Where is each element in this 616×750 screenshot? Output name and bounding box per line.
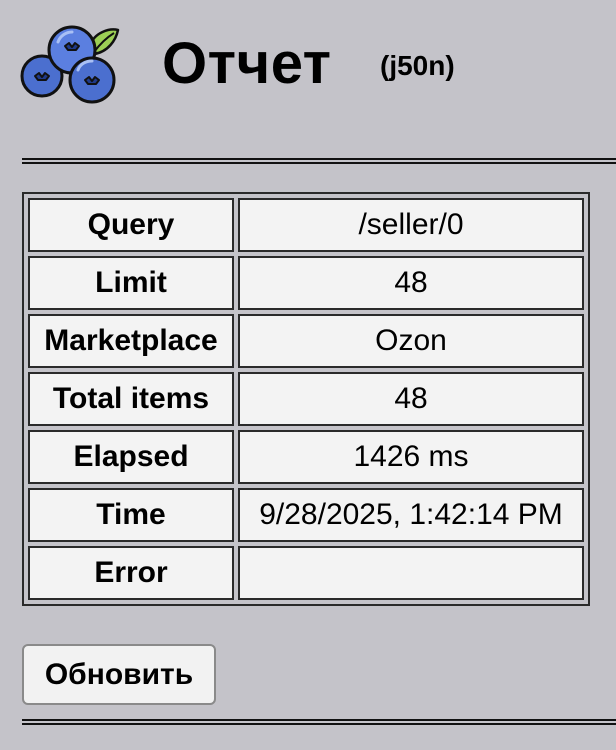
row-key-error: Error xyxy=(28,546,234,600)
page-title: Отчет xyxy=(162,31,332,96)
blueberries-icon xyxy=(20,25,120,104)
row-key-limit: Limit xyxy=(28,256,234,310)
row-key-time: Time xyxy=(28,488,234,542)
table-row: Total items 48 xyxy=(28,372,584,426)
row-value-limit: 48 xyxy=(238,256,584,310)
table-row: Error xyxy=(28,546,584,600)
table-row: Time 9/28/2025, 1:42:14 PM xyxy=(28,488,584,542)
top-divider xyxy=(22,158,616,164)
refresh-button[interactable]: Обновить xyxy=(22,644,216,705)
row-value-elapsed: 1426 ms xyxy=(238,430,584,484)
row-value-time: 9/28/2025, 1:42:14 PM xyxy=(238,488,584,542)
bottom-divider xyxy=(22,719,616,725)
table-row: Limit 48 xyxy=(28,256,584,310)
row-key-total-items: Total items xyxy=(28,372,234,426)
table-row: Marketplace Ozon xyxy=(28,314,584,368)
table-row: Elapsed 1426 ms xyxy=(28,430,584,484)
row-key-query: Query xyxy=(28,198,234,252)
row-key-elapsed: Elapsed xyxy=(28,430,234,484)
row-value-total-items: 48 xyxy=(238,372,584,426)
report-table: Query /seller/0 Limit 48 Marketplace Ozo… xyxy=(22,192,590,606)
row-value-marketplace: Ozon xyxy=(238,314,584,368)
row-value-query: /seller/0 xyxy=(238,198,584,252)
row-key-marketplace: Marketplace xyxy=(28,314,234,368)
page-header: Отчет (j50n) xyxy=(0,0,616,150)
table-row: Query /seller/0 xyxy=(28,198,584,252)
page-subtitle: (j50n) xyxy=(380,50,455,81)
row-value-error xyxy=(238,546,584,600)
